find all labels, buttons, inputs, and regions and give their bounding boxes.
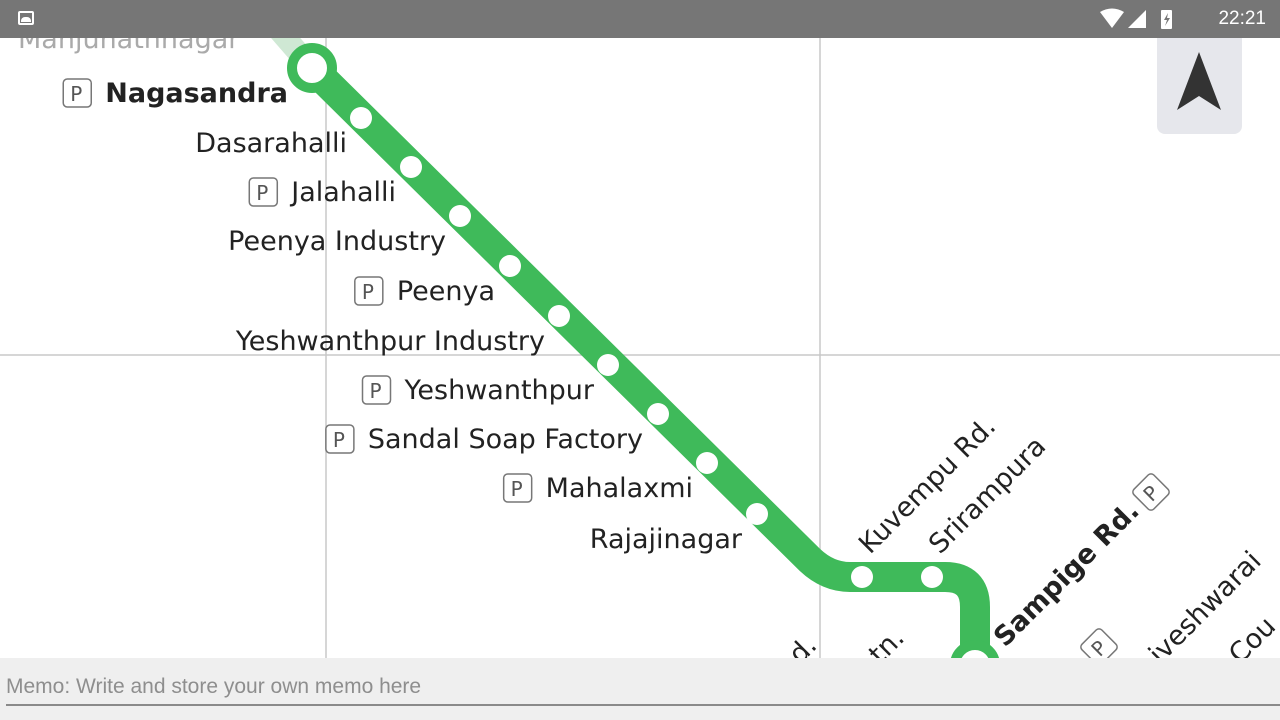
station-marker[interactable] [647,403,669,425]
interchange-station-marker[interactable] [951,640,999,658]
station-label[interactable]: Peenya Industry [228,226,446,257]
station-label[interactable]: Yeshwanthpur Industry [235,326,545,357]
station-label[interactable]: Sandal Soap Factory [368,424,643,455]
station-label[interactable]: Peenya [397,276,495,307]
svg-text:P: P [511,477,523,501]
station-marker[interactable] [597,354,619,376]
station-marker[interactable] [350,107,372,129]
parking-icon: P [502,473,533,503]
station-label[interactable]: Nagasandra [105,78,288,109]
svg-text:P: P [362,280,374,304]
station-marker[interactable] [696,452,718,474]
parking-icon: P [1132,473,1170,511]
metro-map[interactable]: Manjunathnagar Nagasandra P Dasarahalli Jal… [0,38,1280,658]
parking-icon: P [1080,628,1118,658]
station-marker[interactable] [851,566,873,588]
wifi-icon [1100,8,1124,28]
parking-icon: P [361,375,392,405]
station-marker[interactable] [746,503,768,525]
station-label[interactable]: Dasarahalli [195,128,347,159]
signal-icon [1128,10,1146,28]
station-label-partial: Cou [1223,611,1280,658]
station-marker[interactable] [548,305,570,327]
parking-icon: P [62,78,92,108]
svg-text:P: P [70,82,82,106]
station-label[interactable]: Rajajinagar [590,524,743,555]
svg-text:P: P [256,181,268,205]
station-marker[interactable] [921,566,943,588]
memo-input[interactable] [6,670,1280,706]
clock: 22:21 [1218,8,1266,29]
station-label-faded: Manjunathnagar [18,38,240,55]
terminal-station-marker[interactable] [287,43,337,93]
station-label[interactable]: Jalahalli [289,177,396,208]
system-icons [1098,8,1198,36]
station-marker[interactable] [400,156,422,178]
station-marker[interactable] [499,255,521,277]
svg-text:P: P [333,428,345,452]
station-marker[interactable] [449,205,471,227]
parking-icon: P [325,424,355,454]
parking-icon: P [248,177,279,207]
station-label[interactable]: Yeshwanthpur [404,375,595,406]
station-label-partial: d. [783,630,823,658]
compass-button[interactable] [1157,38,1242,134]
gallery-icon [18,11,34,25]
parking-icon: P [354,276,384,306]
station-label-partial: tn. [863,622,911,658]
svg-text:P: P [370,379,382,403]
map-canvas[interactable]: Manjunathnagar Nagasandra P Dasarahalli Jal… [0,38,1280,658]
memo-bar [0,658,1280,720]
station-label[interactable]: Mahalaxmi [546,473,693,504]
north-arrow-icon [1177,52,1221,110]
station-label[interactable]: Sampige Rd. [988,495,1146,653]
status-bar: 22:21 [0,0,1280,38]
